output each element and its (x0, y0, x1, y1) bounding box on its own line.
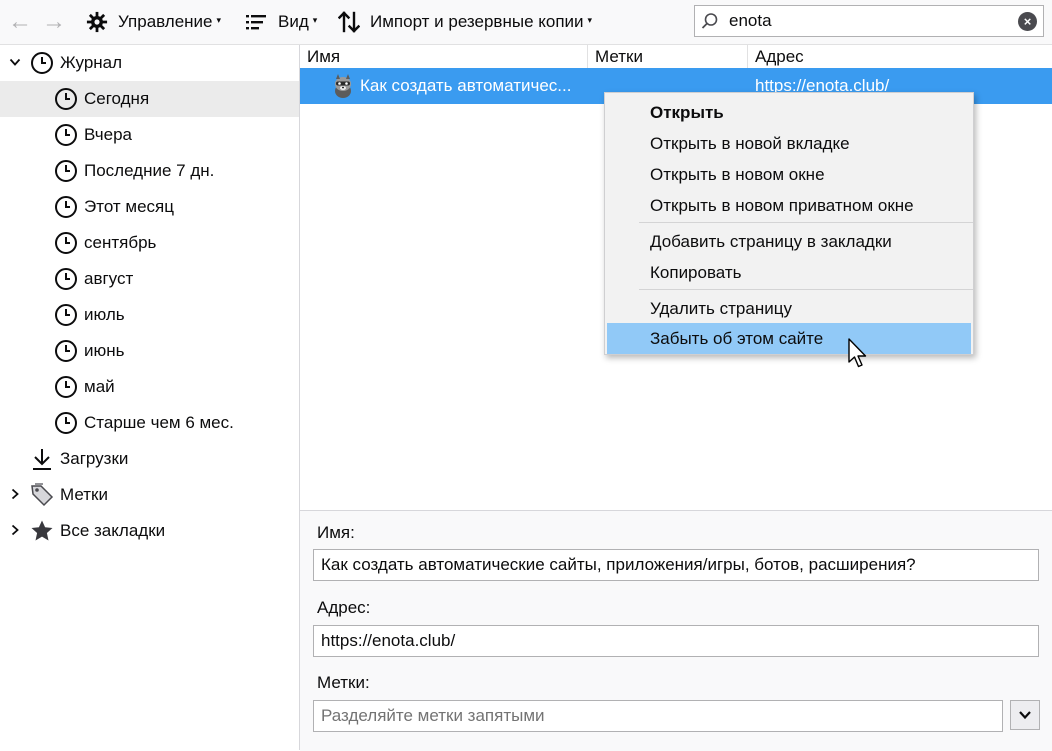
sidebar-item-september[interactable]: сентябрь (0, 225, 299, 261)
sidebar-item-older-than-6-months[interactable]: Старше чем 6 мес. (0, 405, 299, 441)
sidebar-item-label: Метки (60, 485, 108, 504)
address-label: Адрес: (317, 598, 371, 617)
forward-arrow-icon: → (42, 8, 66, 35)
organize-button[interactable]: Управление ▾ (86, 0, 221, 44)
row-name-cell: Как создать автоматичес... (360, 76, 572, 95)
sidebar-item-label: июнь (84, 341, 125, 360)
tags-dropdown-button[interactable] (1010, 700, 1040, 730)
sidebar-item-august[interactable]: август (0, 261, 299, 297)
sidebar-item-may[interactable]: май (0, 369, 299, 405)
back-arrow-icon: ← (8, 8, 32, 35)
chevron-right-icon[interactable] (9, 523, 21, 539)
gear-icon (86, 11, 108, 33)
menu-item-open[interactable]: Открыть (607, 97, 971, 128)
table-header: Имя Метки Адрес (300, 45, 1052, 69)
forward-button[interactable]: → (42, 0, 66, 44)
column-header-name[interactable]: Имя (300, 45, 588, 68)
import-export-arrows-icon (338, 10, 360, 34)
raccoon-favicon-icon (330, 73, 356, 99)
sidebar-item-today[interactable]: Сегодня (0, 81, 299, 117)
sidebar-tree: Журнал Сегодня Вчера Последние 7 дн. Это… (0, 45, 300, 750)
clock-icon (54, 159, 78, 183)
tags-field[interactable] (313, 700, 1003, 732)
sidebar-item-label: сентябрь (84, 233, 157, 252)
context-menu: Открыть Открыть в новой вкладке Открыть … (604, 92, 974, 355)
views-button[interactable]: Вид ▾ (246, 0, 317, 44)
list-icon (246, 12, 268, 32)
chevron-down-icon (1018, 705, 1032, 725)
sidebar-item-tags[interactable]: Метки (0, 477, 299, 513)
clock-icon (54, 267, 78, 291)
clock-icon (54, 411, 78, 435)
name-label: Имя: (317, 523, 355, 542)
menu-item-open-new-window[interactable]: Открыть в новом окне (607, 159, 971, 190)
menu-item-copy[interactable]: Копировать (607, 257, 971, 288)
clock-icon (54, 231, 78, 255)
import-backup-label: Импорт и резервные копии (370, 12, 584, 31)
import-backup-button[interactable]: Импорт и резервные копии ▾ (338, 0, 592, 44)
dropdown-caret-icon: ▾ (216, 14, 222, 25)
sidebar-item-label: Вчера (84, 125, 132, 144)
tag-icon (30, 483, 54, 507)
sidebar-item-last-7-days[interactable]: Последние 7 дн. (0, 153, 299, 189)
menu-separator (639, 222, 973, 223)
sidebar-item-label: Старше чем 6 мес. (84, 413, 234, 432)
menu-item-bookmark-page[interactable]: Добавить страницу в закладки (607, 226, 971, 257)
sidebar-item-june[interactable]: июнь (0, 333, 299, 369)
search-box[interactable]: × (694, 5, 1044, 37)
sidebar-item-label: Сегодня (84, 89, 150, 108)
clock-icon (30, 51, 54, 75)
sidebar-item-downloads[interactable]: Загрузки (0, 441, 299, 477)
dropdown-caret-icon: ▾ (312, 14, 318, 25)
toolbar: ← → Управление ▾ Вид ▾ Импорт и резервны… (0, 0, 1052, 45)
chevron-down-icon[interactable] (9, 55, 21, 71)
sidebar-item-yesterday[interactable]: Вчера (0, 117, 299, 153)
download-icon (30, 447, 54, 471)
menu-item-delete-page[interactable]: Удалить страницу (607, 293, 971, 324)
details-pane: Имя: Адрес: Метки: (300, 510, 1052, 751)
sidebar-item-label: Загрузки (60, 449, 129, 468)
dropdown-caret-icon: ▾ (587, 14, 593, 25)
search-icon (701, 12, 719, 30)
sidebar-item-label: Последние 7 дн. (84, 161, 215, 180)
sidebar-item-history[interactable]: Журнал (0, 45, 299, 81)
clock-icon (54, 339, 78, 363)
sidebar-item-this-month[interactable]: Этот месяц (0, 189, 299, 225)
sidebar-item-label: май (84, 377, 115, 396)
column-header-address[interactable]: Адрес (748, 45, 1052, 68)
menu-item-open-new-tab[interactable]: Открыть в новой вкладке (607, 128, 971, 159)
clock-icon (54, 123, 78, 147)
back-button[interactable]: ← (8, 0, 32, 44)
views-label: Вид (278, 12, 309, 31)
mouse-cursor-icon (847, 338, 869, 370)
sidebar-item-all-bookmarks[interactable]: Все закладки (0, 513, 299, 549)
chevron-right-icon[interactable] (9, 487, 21, 503)
sidebar-item-label: Журнал (60, 53, 123, 72)
sidebar-item-label: Этот месяц (84, 197, 174, 216)
clock-icon (54, 87, 78, 111)
menu-item-open-private-window[interactable]: Открыть в новом приватном окне (607, 190, 971, 221)
clock-icon (54, 303, 78, 327)
search-input[interactable] (729, 11, 1009, 31)
sidebar-item-label: июль (84, 305, 125, 324)
clear-search-icon[interactable]: × (1018, 12, 1037, 31)
address-field[interactable] (313, 625, 1039, 657)
clock-icon (54, 195, 78, 219)
name-field[interactable] (313, 549, 1039, 581)
star-icon (30, 519, 54, 543)
menu-separator (639, 289, 973, 290)
sidebar-item-label: Все закладки (60, 521, 166, 540)
organize-label: Управление (118, 12, 213, 31)
tags-label: Метки: (317, 673, 370, 692)
sidebar-item-label: август (84, 269, 134, 288)
column-header-tags[interactable]: Метки (588, 45, 748, 68)
menu-item-forget-site[interactable]: Забыть об этом сайте (607, 323, 971, 354)
sidebar-item-july[interactable]: июль (0, 297, 299, 333)
clock-icon (54, 375, 78, 399)
